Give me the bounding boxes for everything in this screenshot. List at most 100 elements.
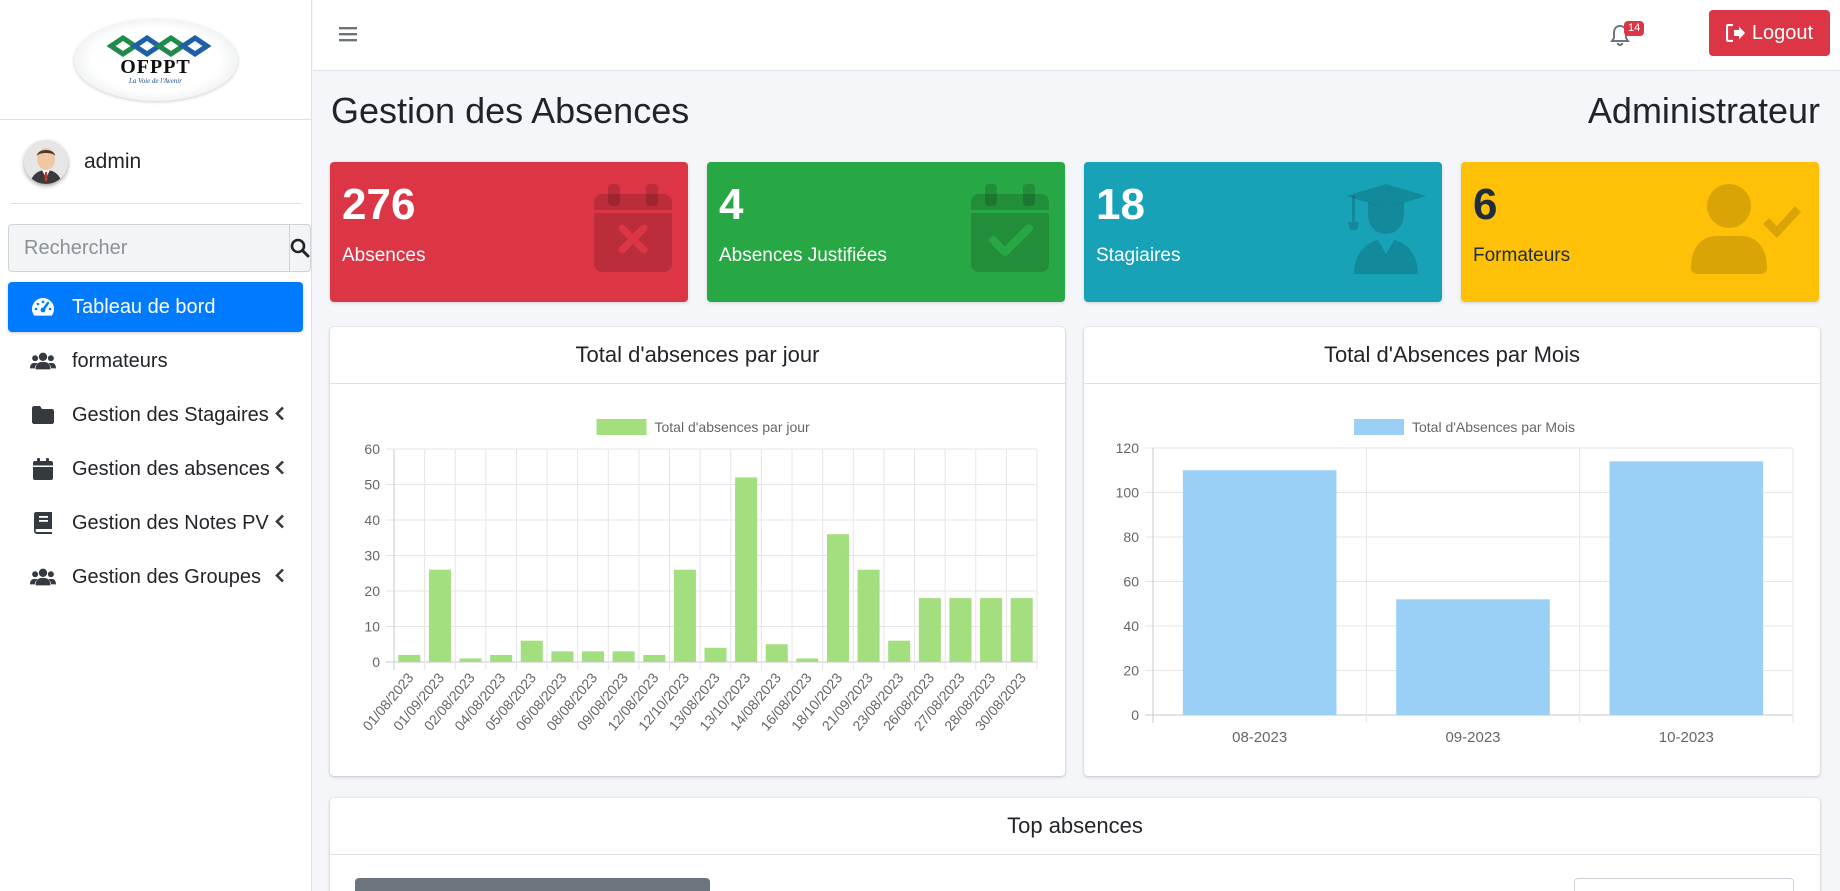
chart-bar[interactable] <box>551 651 574 662</box>
chart-bar[interactable] <box>1182 470 1337 715</box>
card-title: Top absences <box>330 798 1820 855</box>
folder-icon <box>30 403 56 427</box>
chart-bar[interactable] <box>888 640 911 662</box>
legend-label: Total d'absences par jour <box>655 419 811 435</box>
search-icon <box>290 238 310 258</box>
sidebar-item-label: formateurs <box>72 349 168 372</box>
stat-box-absences[interactable]: 276 Absences <box>330 162 688 302</box>
sidebar-nav: Tableau de bord formateurs Gestion des S… <box>8 282 303 602</box>
brand[interactable]: OFPPT La Voie de l'Avenir <box>0 0 311 120</box>
stat-label: Formateurs <box>1473 245 1571 266</box>
top-absences-filter[interactable] <box>1574 878 1794 891</box>
chevron-left-icon[interactable] <box>275 458 285 481</box>
top-absences-button[interactable] <box>355 878 710 891</box>
hamburger-menu-icon[interactable] <box>339 26 357 47</box>
y-tick-label: 100 <box>1116 485 1140 501</box>
y-tick-label: 60 <box>364 441 380 457</box>
stat-box-stagiaires[interactable]: 18 Stagiaires <box>1084 162 1442 302</box>
sidebar-item-gestion-des-groupes[interactable]: Gestion des Groupes <box>8 552 303 602</box>
calendar-check-icon <box>971 184 1049 272</box>
y-tick-label: 20 <box>364 583 380 599</box>
top-absences-card: Top absences <box>330 798 1820 891</box>
stat-label: Absences Justifiées <box>719 245 887 266</box>
sidebar-item-label: Gestion des Groupes <box>72 565 261 588</box>
chart-bar[interactable] <box>857 569 880 662</box>
chevron-left-icon[interactable] <box>275 512 285 535</box>
user-panel[interactable]: admin <box>10 120 301 204</box>
top-navbar: 14 Logout <box>313 0 1840 71</box>
chart-legend[interactable]: Total d'absences par jour <box>596 419 811 435</box>
chart-bar[interactable] <box>1396 599 1550 715</box>
y-tick-label: 10 <box>364 619 380 635</box>
chart-legend[interactable]: Total d'Absences par Mois <box>1354 419 1575 435</box>
y-tick-label: 50 <box>364 477 380 493</box>
x-tick-label: 10-2023 <box>1659 729 1714 746</box>
sidebar-item-label: Tableau de bord <box>72 295 216 318</box>
legend-swatch <box>596 419 647 435</box>
chart-bar[interactable] <box>765 644 788 662</box>
daily-absences-card: Total d'absences par jour Total d'absenc… <box>330 327 1065 776</box>
logo-mark-icon <box>105 34 211 57</box>
chart-bar[interactable] <box>428 569 451 662</box>
avatar[interactable] <box>24 139 68 184</box>
chart-bar[interactable] <box>704 647 727 662</box>
chart-bar[interactable] <box>612 651 635 662</box>
calendar-times-icon <box>594 184 672 272</box>
sidebar-item-gestion-des-stagaires[interactable]: Gestion des Stagaires <box>8 390 303 440</box>
chart-bar[interactable] <box>520 640 543 662</box>
stat-box-absences-justifiees[interactable]: 4 Absences Justifiées <box>707 162 1065 302</box>
stat-value: 4 <box>719 180 744 229</box>
stat-label: Absences <box>342 245 426 266</box>
sidebar-item-gestion-des-absences[interactable]: Gestion des absences <box>8 444 303 494</box>
y-tick-label: 30 <box>364 548 380 564</box>
calendar-icon <box>30 457 56 481</box>
sidebar-search <box>8 224 311 272</box>
user-name[interactable]: admin <box>84 150 141 174</box>
user-role: Administrateur <box>1587 90 1820 131</box>
search-input[interactable] <box>8 224 289 272</box>
legend-swatch <box>1354 419 1404 435</box>
chart-bar[interactable] <box>582 651 605 662</box>
chart-bar[interactable] <box>490 654 513 662</box>
chart-bar[interactable] <box>918 598 941 662</box>
chart-bar[interactable] <box>459 658 482 662</box>
users-icon <box>30 349 56 373</box>
book-icon <box>30 511 56 535</box>
chart-bar[interactable] <box>735 477 758 662</box>
logout-label: Logout <box>1751 21 1814 44</box>
y-tick-label: 20 <box>1123 663 1139 679</box>
chart-bar[interactable] <box>980 598 1003 662</box>
card-title: Total d'Absences par Mois <box>1084 327 1820 384</box>
chart-bar[interactable] <box>1609 461 1764 715</box>
y-tick-label: 80 <box>1123 529 1139 545</box>
chart-bar[interactable] <box>826 534 849 662</box>
chart-bar[interactable] <box>673 569 696 662</box>
logout-button[interactable]: Logout <box>1709 10 1830 56</box>
user-avatar-icon <box>24 139 68 184</box>
ofppt-logo[interactable]: OFPPT La Voie de l'Avenir <box>73 18 238 101</box>
chevron-left-icon[interactable] <box>275 404 285 427</box>
logo-text: OFPPT <box>120 55 191 78</box>
legend-label: Total d'Absences par Mois <box>1412 419 1575 435</box>
graduate-icon <box>1346 184 1426 274</box>
chart-bar[interactable] <box>949 598 972 662</box>
sidebar-item-gestion-des-notes-pv[interactable]: Gestion des Notes PV <box>8 498 303 548</box>
monthly-absences-chart: Total d'Absences par Mois 0 20 40 60 80 100 120… <box>1116 419 1794 746</box>
chart-bar[interactable] <box>1010 598 1033 662</box>
x-tick-label: 09-2023 <box>1445 729 1500 746</box>
y-tick-label: 0 <box>372 654 380 670</box>
sidebar-item-label: Gestion des Notes PV <box>72 511 269 534</box>
chart-bar[interactable] <box>643 654 666 662</box>
stat-box-formateurs[interactable]: 6 Formateurs <box>1461 162 1819 302</box>
search-button[interactable] <box>289 224 311 272</box>
y-tick-label: 120 <box>1116 440 1140 456</box>
daily-absences-chart: Total d'absences par jour010203040506001… <box>359 419 1038 734</box>
chart-bar[interactable] <box>796 658 819 662</box>
monthly-absences-card: Total d'Absences par Mois Total d'Absenc… <box>1084 327 1820 776</box>
notification-badge[interactable]: 14 <box>1624 21 1645 36</box>
sidebar: OFPPT La Voie de l'Avenir admin Recherch… <box>0 0 312 891</box>
chevron-left-icon[interactable] <box>275 566 285 589</box>
chart-bar[interactable] <box>398 654 421 662</box>
sidebar-item-formateurs[interactable]: formateurs <box>8 336 303 386</box>
sidebar-item-tableau-de-bord[interactable]: Tableau de bord <box>8 282 303 332</box>
